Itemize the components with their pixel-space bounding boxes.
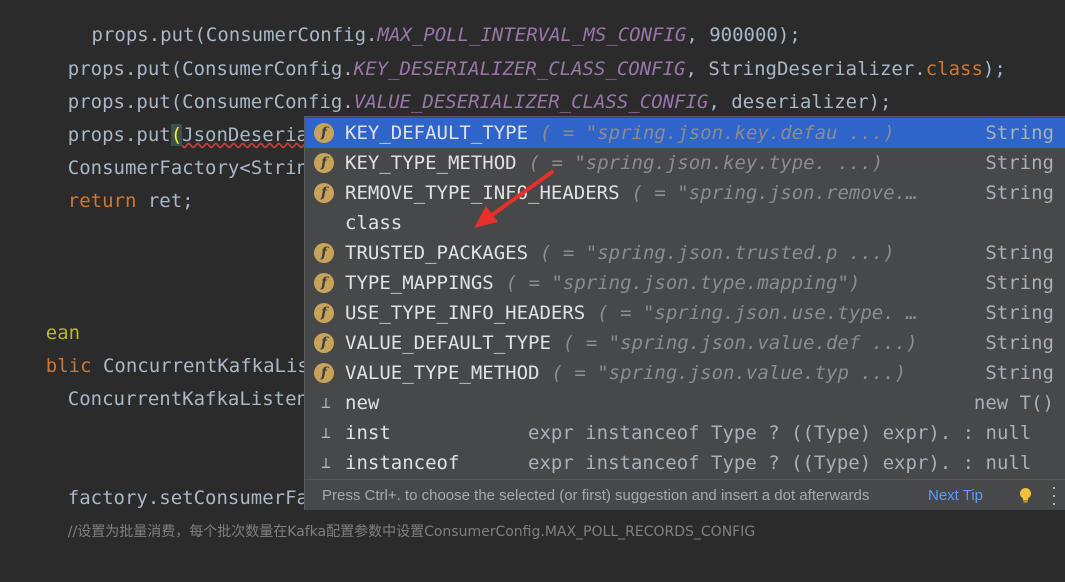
annotation-arrow-icon [474, 170, 554, 228]
code-comment: //设置为批量消费，每个批次数量在Kafka配置参数中设置ConsumerCon… [67, 524, 756, 540]
